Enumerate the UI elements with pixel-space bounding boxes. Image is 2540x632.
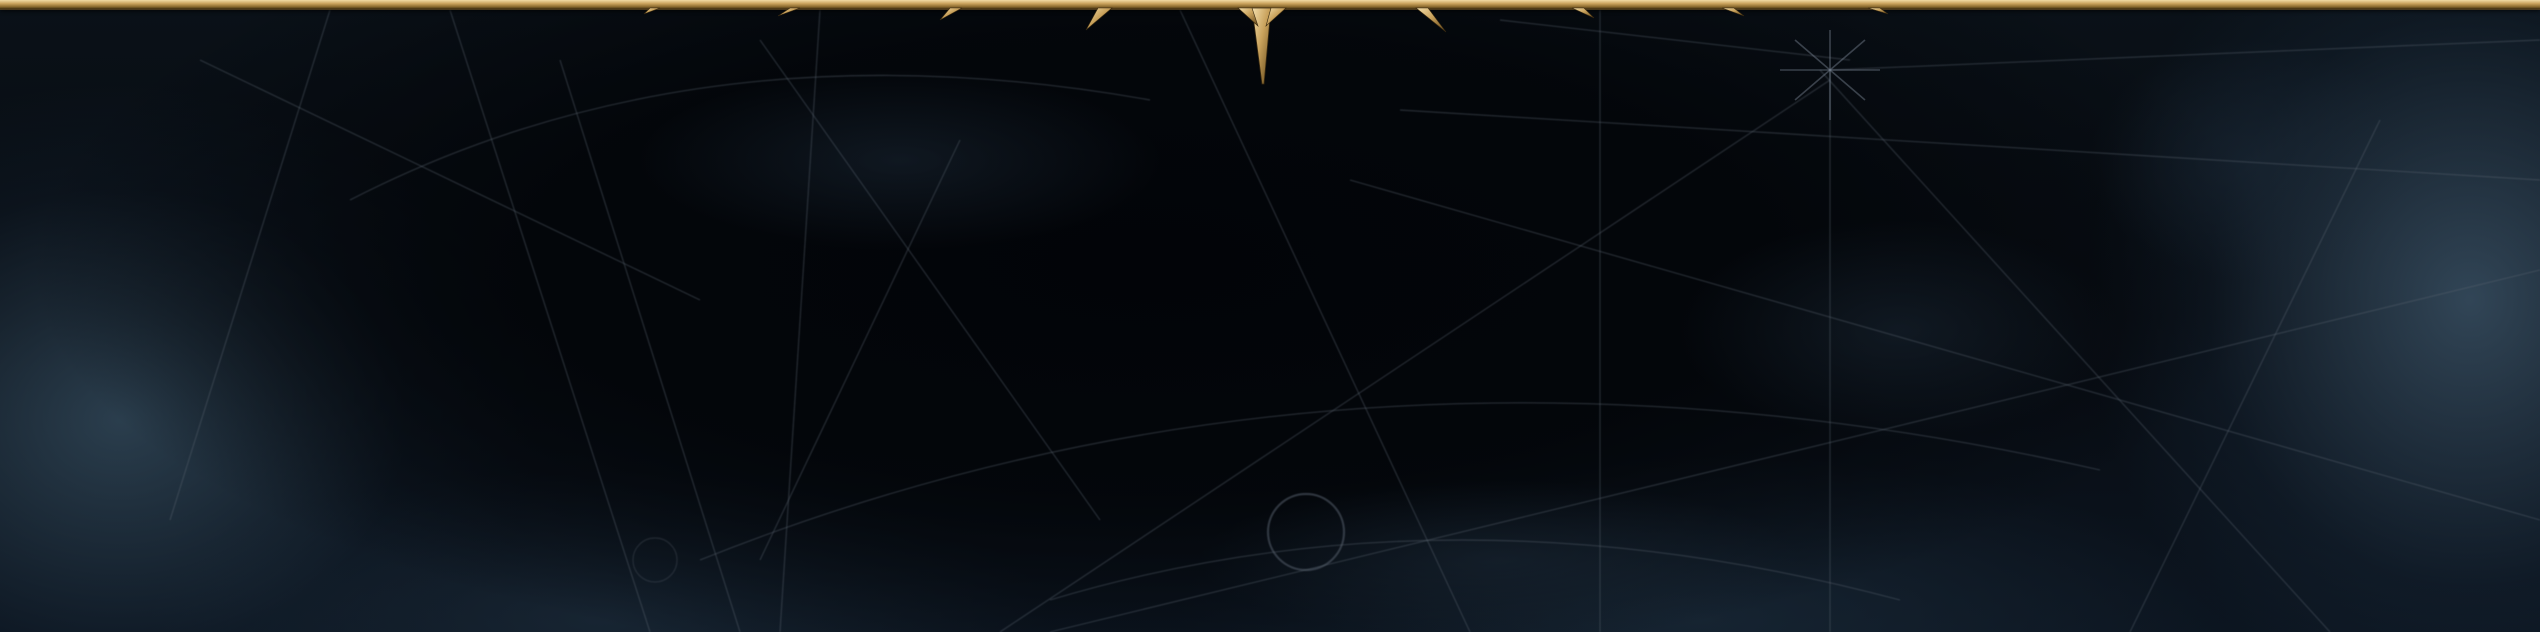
map-arc xyxy=(699,402,2101,561)
small-spike-ornament xyxy=(1085,7,1113,31)
map-line xyxy=(779,9,821,632)
map-line xyxy=(449,9,651,632)
small-spike-ornament xyxy=(1415,7,1447,33)
small-spike-ornament xyxy=(1867,7,1889,15)
small-spike-ornament xyxy=(643,7,661,15)
smoke-patch xyxy=(1680,220,2120,440)
center-spike-ornament xyxy=(1237,7,1287,85)
map-line xyxy=(2129,119,2381,632)
map-line xyxy=(199,59,701,301)
map-line xyxy=(1819,69,2331,632)
smoke-patch xyxy=(640,70,1160,250)
map-line xyxy=(759,39,1101,521)
small-spike-ornament xyxy=(939,7,963,21)
map-line xyxy=(1349,179,2540,521)
smoke-patch xyxy=(1200,480,1800,632)
map-line xyxy=(759,139,961,561)
small-circle xyxy=(632,537,678,583)
map-line xyxy=(999,79,1831,632)
small-spike-ornament xyxy=(777,7,801,17)
small-spike-ornament xyxy=(1721,7,1745,17)
small-spike-ornament xyxy=(1571,7,1595,19)
map-line xyxy=(559,59,741,632)
game-banner-background xyxy=(0,0,2540,632)
map-line xyxy=(1179,9,1471,632)
border-ornaments xyxy=(643,7,1889,85)
circle-sigil xyxy=(1266,492,1346,572)
map-arc xyxy=(1049,539,1901,601)
map-line xyxy=(1049,269,2540,632)
star-map-lines xyxy=(169,9,2540,632)
map-line xyxy=(1399,109,2540,181)
map-arc xyxy=(349,74,1151,201)
